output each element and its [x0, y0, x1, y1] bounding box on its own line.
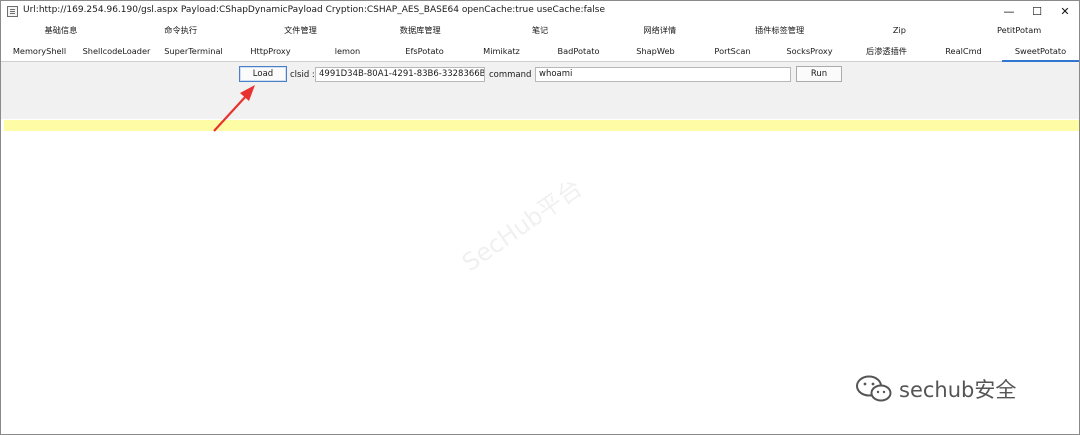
- tab-row-2: MemoryShell ShellcodeLoader SuperTermina…: [1, 41, 1079, 62]
- minimize-icon[interactable]: —: [995, 1, 1023, 22]
- tab-realcmd[interactable]: RealCmd: [925, 41, 1002, 61]
- window-title: Url:http://169.254.96.190/gsl.aspx Paylo…: [23, 5, 605, 15]
- tab-basic-info[interactable]: 基础信息: [1, 20, 121, 40]
- tab-mimikatz[interactable]: Mimikatz: [463, 41, 540, 61]
- tab-row-1: 基础信息 命令执行 文件管理 数据库管理 笔记 网络详情 插件标签管理 Zip …: [1, 20, 1079, 40]
- tab-notes[interactable]: 笔记: [480, 20, 600, 40]
- tab-memoryshell[interactable]: MemoryShell: [1, 41, 78, 61]
- tab-shellcodeloader[interactable]: ShellcodeLoader: [78, 41, 155, 61]
- tab-network-details[interactable]: 网络详情: [600, 20, 720, 40]
- command-label: command :: [489, 70, 537, 80]
- maximize-icon[interactable]: ☐: [1023, 1, 1051, 22]
- tab-httpproxy[interactable]: HttpProxy: [232, 41, 309, 61]
- tab-plugin-tag-manager[interactable]: 插件标签管理: [720, 20, 840, 40]
- tab-lemon[interactable]: lemon: [309, 41, 386, 61]
- tab-socksproxy[interactable]: SocksProxy: [771, 41, 848, 61]
- load-button[interactable]: Load: [239, 66, 287, 82]
- close-icon[interactable]: ✕: [1051, 1, 1079, 22]
- tab-petitpotam[interactable]: PetitPotam: [959, 20, 1079, 40]
- clsid-field[interactable]: 4991D34B-80A1-4291-83B6-3328366B9097: [315, 67, 485, 82]
- main-window: Url:http://169.254.96.190/gsl.aspx Paylo…: [0, 0, 1080, 435]
- tab-superterminal[interactable]: SuperTerminal: [155, 41, 232, 61]
- tab-post-exploitation-plugins[interactable]: 后渗透插件: [848, 41, 925, 61]
- tab-portscan[interactable]: PortScan: [694, 41, 771, 61]
- clsid-label: clsid :: [290, 70, 315, 80]
- status-highlight-bar: [4, 120, 1079, 131]
- tab-efspotato[interactable]: EfsPotato: [386, 41, 463, 61]
- app-icon: [7, 6, 18, 17]
- watermark-brand: sechub安全: [899, 378, 1017, 402]
- tab-command-exec[interactable]: 命令执行: [121, 20, 241, 40]
- title-bar: Url:http://169.254.96.190/gsl.aspx Paylo…: [1, 1, 1079, 22]
- tab-shapweb[interactable]: ShapWeb: [617, 41, 694, 61]
- tab-zip[interactable]: Zip: [839, 20, 959, 40]
- wechat-icon: [856, 375, 892, 402]
- run-button[interactable]: Run: [796, 66, 842, 82]
- tab-file-manager[interactable]: 文件管理: [241, 20, 361, 40]
- tab-badpotato[interactable]: BadPotato: [540, 41, 617, 61]
- command-field[interactable]: whoami: [535, 67, 791, 82]
- tab-sweetpotato[interactable]: SweetPotato: [1002, 41, 1079, 62]
- tab-database-manager[interactable]: 数据库管理: [360, 20, 480, 40]
